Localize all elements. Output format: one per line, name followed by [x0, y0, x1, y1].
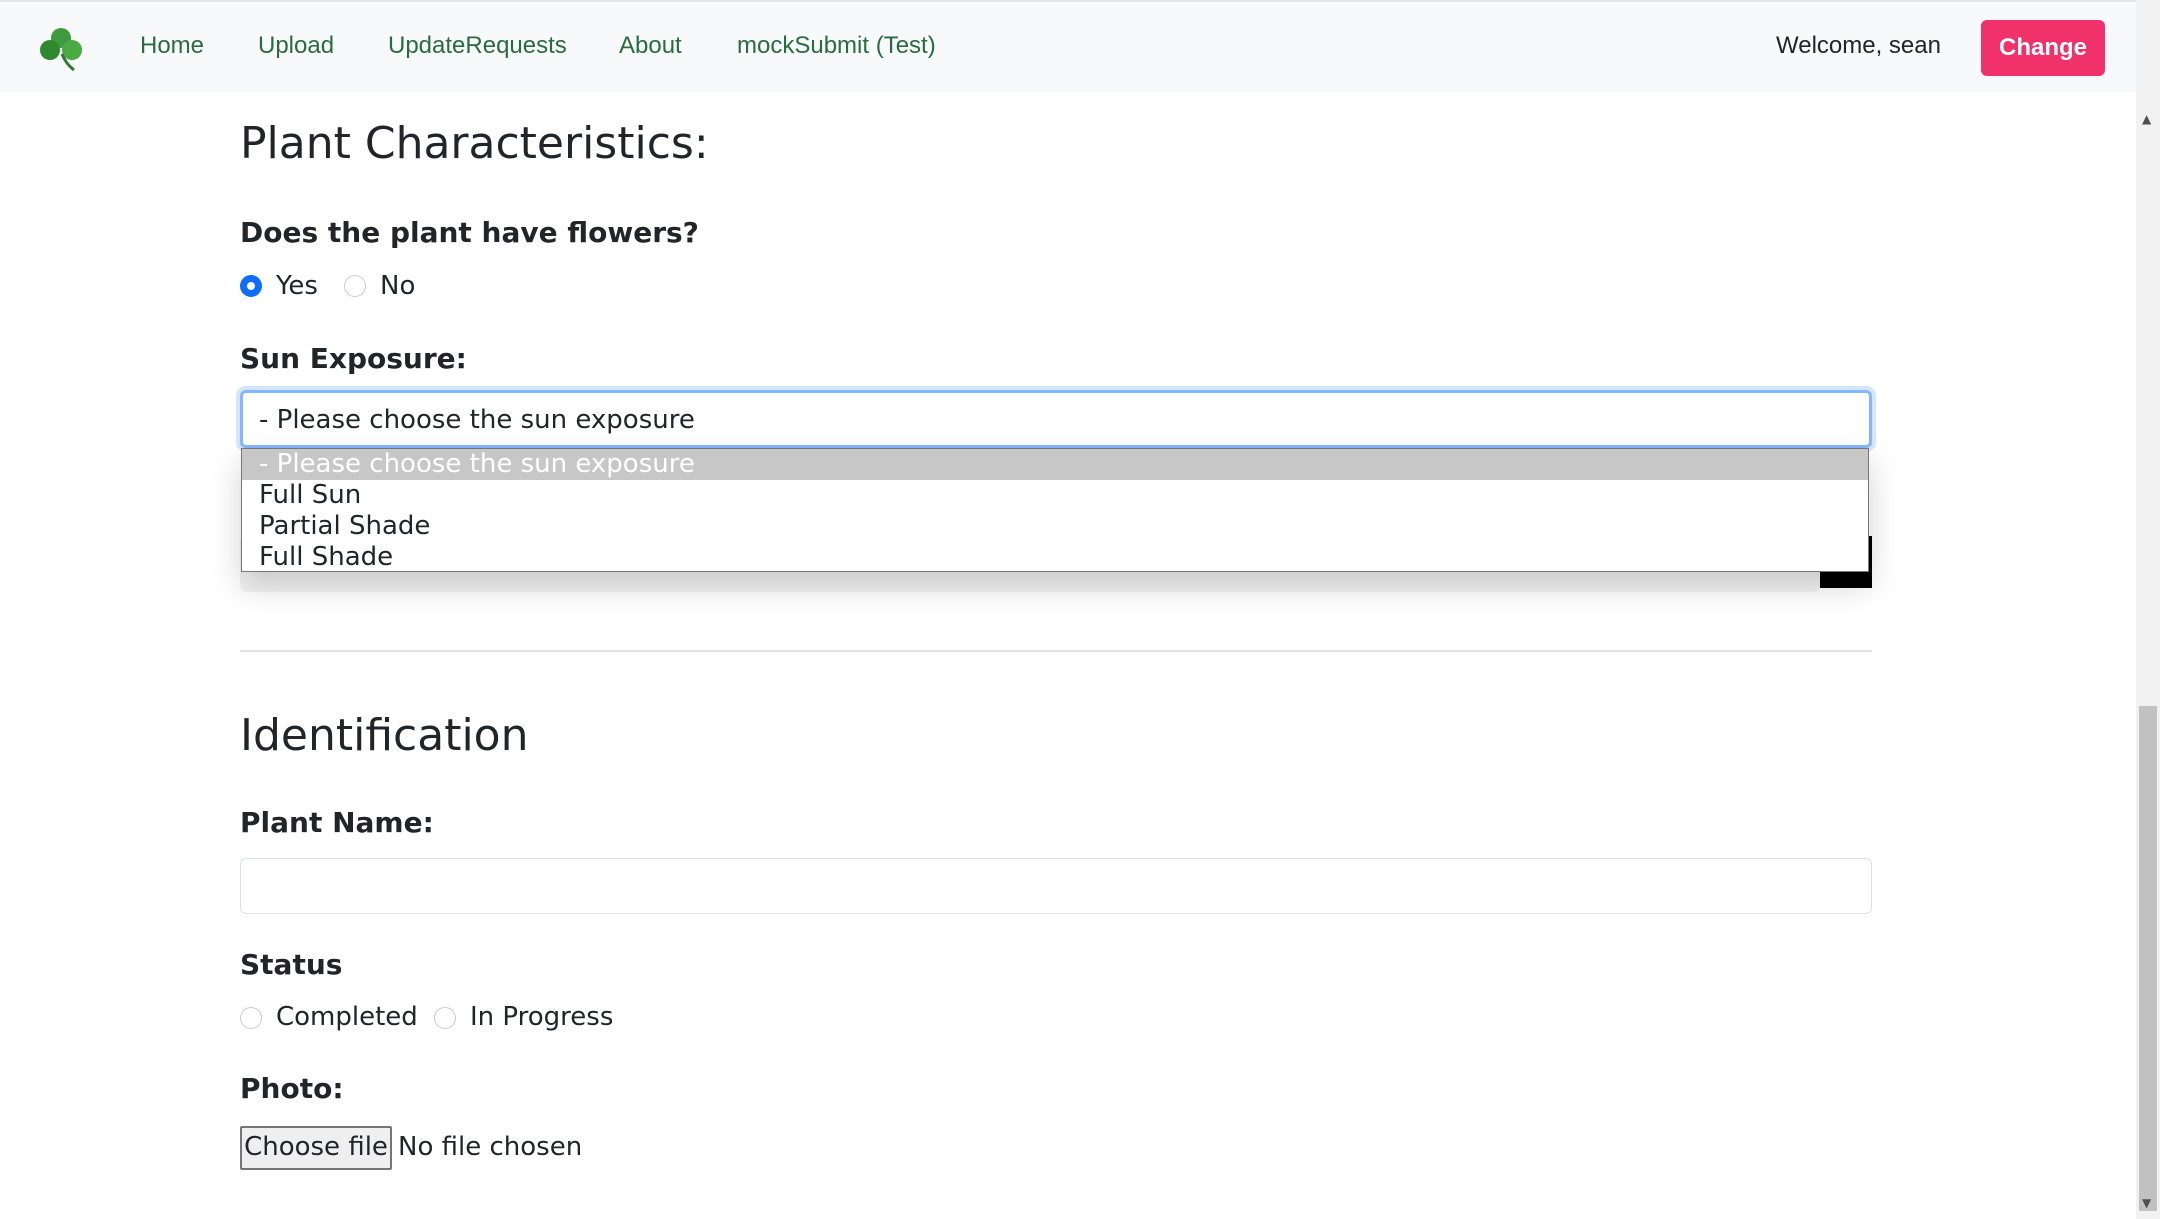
photo-label: Photo:	[240, 1072, 344, 1105]
scroll-down-arrow-icon[interactable]: ▼	[2142, 1196, 2151, 1210]
status-in-progress-radio[interactable]	[434, 1007, 456, 1029]
sun-option-partial-shade[interactable]: Partial Shade	[242, 511, 1868, 542]
nav-link-about[interactable]: About	[619, 32, 682, 60]
nav-link-mocksubmit[interactable]: mockSubmit (Test)	[737, 32, 936, 60]
scroll-up-arrow-icon[interactable]: ▲	[2142, 112, 2151, 126]
scrollbar-thumb[interactable]	[2139, 706, 2157, 1211]
identification-heading: Identification	[240, 710, 529, 761]
choose-file-button[interactable]: Choose file	[240, 1126, 392, 1170]
nav-link-updaterequests[interactable]: UpdateRequests	[388, 32, 567, 60]
status-in-progress-label[interactable]: In Progress	[470, 1002, 613, 1032]
status-label: Status	[240, 948, 343, 981]
navbar: Home Upload UpdateRequests About mockSub…	[0, 0, 2136, 92]
sun-option-full-sun[interactable]: Full Sun	[242, 480, 1868, 511]
sun-exposure-label: Sun Exposure:	[240, 342, 467, 375]
section-divider	[240, 650, 1872, 652]
sun-option-placeholder[interactable]: - Please choose the sun exposure	[242, 449, 1868, 480]
status-completed-label[interactable]: Completed	[276, 1002, 418, 1032]
sun-exposure-select[interactable]: - Please choose the sun exposure	[240, 390, 1872, 448]
page-scrollbar[interactable]: ▲ ▼	[2136, 0, 2160, 1219]
sun-option-full-shade[interactable]: Full Shade	[242, 542, 1868, 573]
plant-name-label: Plant Name:	[240, 806, 434, 839]
nav-link-home[interactable]: Home	[140, 32, 204, 60]
welcome-text: Welcome, sean	[1776, 32, 1941, 59]
status-completed-radio[interactable]	[240, 1007, 262, 1029]
shamrock-icon[interactable]	[36, 24, 86, 74]
flowers-no-label[interactable]: No	[380, 271, 415, 301]
nav-link-upload[interactable]: Upload	[258, 32, 334, 60]
flowers-yes-label[interactable]: Yes	[276, 271, 318, 301]
flowers-yes-radio[interactable]	[240, 275, 262, 297]
flowers-question-label: Does the plant have flowers?	[240, 216, 699, 249]
flowers-no-radio[interactable]	[344, 275, 366, 297]
sun-exposure-selected-value: - Please choose the sun exposure	[259, 405, 695, 435]
sun-exposure-dropdown: - Please choose the sun exposure Full Su…	[241, 448, 1869, 572]
plant-name-input[interactable]	[240, 858, 1872, 914]
plant-characteristics-heading: Plant Characteristics:	[240, 118, 709, 169]
change-button[interactable]: Change	[1981, 20, 2105, 76]
file-status-text: No file chosen	[398, 1132, 583, 1162]
